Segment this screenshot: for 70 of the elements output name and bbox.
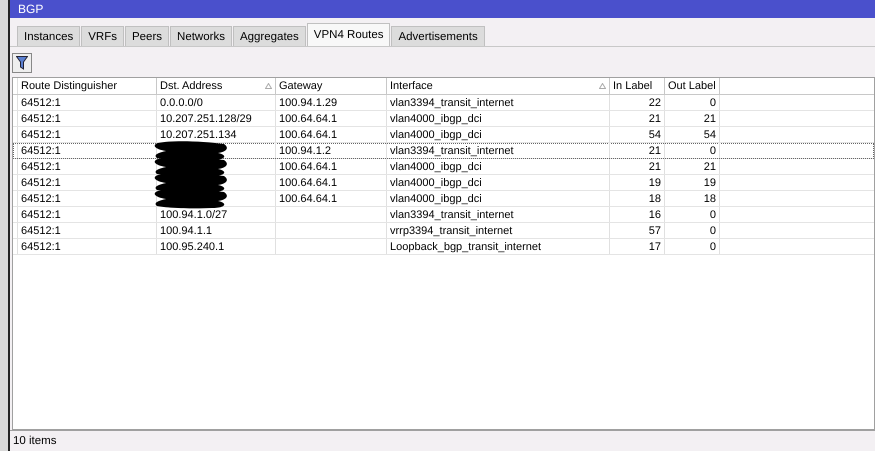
column-label: In Label [613,80,652,92]
table-cell: 17 [610,239,665,254]
table-cell: vlan3394_transit_internet [387,143,610,158]
window-title: BGP [10,0,875,18]
column-label: Route Distinguisher [21,80,117,92]
table-cell: 100.95.240.1 [157,239,276,254]
table-cell: 64512:1 [18,95,157,110]
table-cell: 64512:1 [18,239,157,254]
column-header[interactable]: Out Label [665,78,720,94]
filter-icon [16,56,28,70]
table-cell: 54 [610,127,665,142]
tab[interactable]: VRFs [81,26,124,46]
table-cell: 54 [665,127,720,142]
tab[interactable]: Networks [170,26,232,46]
table-cell: vlan4000_ibgp_dci [387,175,610,190]
table-cell: 0 [665,239,720,254]
table-cell: 100.94.1.29 [276,95,387,110]
column-header[interactable]: In Label [610,78,665,94]
column-header[interactable]: Gateway [276,78,387,94]
table-cell: 100.64.64.1 [276,127,387,142]
table-cell: 64512:1 [18,111,157,126]
table-cell: 19 [610,175,665,190]
column-header[interactable]: Interface [387,78,610,94]
tab[interactable]: VPN4 Routes [306,23,390,46]
table-cell: 100.64.64.1 [276,111,387,126]
table-cell: 21 [665,111,720,126]
table-cell: 21 [665,159,720,174]
table-cell: 0 [665,207,720,222]
table-cell: Loopback_bgp_transit_internet [387,239,610,254]
table-cell: 10.207.251.128/29 [157,111,276,126]
table-cell: 100.64.64.1 [276,191,387,206]
filter-button[interactable] [12,53,32,73]
table-cell: 21 [610,143,665,158]
table-cell: 64512:1 [18,207,157,222]
column-label: Out Label [668,80,716,92]
table-cell: vlan4000_ibgp_dci [387,191,610,206]
table-cell: 100.64.64.1 [276,159,387,174]
tab[interactable]: Instances [17,26,80,46]
table-cell: 18 [610,191,665,206]
table-cell: 0.0.0.0/0 [157,95,276,110]
table-cell: 21 [610,111,665,126]
column-label: Dst. Address [160,80,222,92]
table-cell: 22 [610,95,665,110]
table-cell: 100.94.1.1 [157,223,276,238]
table-cell: 100.64.64.1 [276,175,387,190]
table-cell: vlan4000_ibgp_dci [387,127,610,142]
tab[interactable]: Advertisements [391,26,485,46]
table-cell: 64512:1 [18,127,157,142]
table-cell: 0 [665,95,720,110]
table-cell: 18 [665,191,720,206]
column-label: Interface [390,80,433,92]
column-label: Gateway [279,80,322,92]
tab[interactable]: Aggregates [232,26,306,46]
table-cell: 100.94.1.0/27 [157,207,276,222]
table-cell: 21 [610,159,665,174]
table-cell: vlan3394_transit_internet [387,95,610,110]
table-cell: 64512:1 [18,223,157,238]
table-cell: vrrp3394_transit_internet [387,223,610,238]
column-header[interactable]: Dst. Address [157,78,276,94]
table-cell: vlan3394_transit_internet [387,207,610,222]
table-cell: 0 [665,223,720,238]
table-cell: 0 [665,143,720,158]
table-cell: vlan4000_ibgp_dci [387,111,610,126]
table-cell: 19 [665,175,720,190]
table-cell: 57 [610,223,665,238]
tab[interactable]: Peers [124,26,170,46]
table-cell: vlan4000_ibgp_dci [387,159,610,174]
table-cell: 100.94.1.2 [276,143,387,158]
column-header[interactable]: Route Distinguisher [18,78,157,94]
table-cell: 16 [610,207,665,222]
